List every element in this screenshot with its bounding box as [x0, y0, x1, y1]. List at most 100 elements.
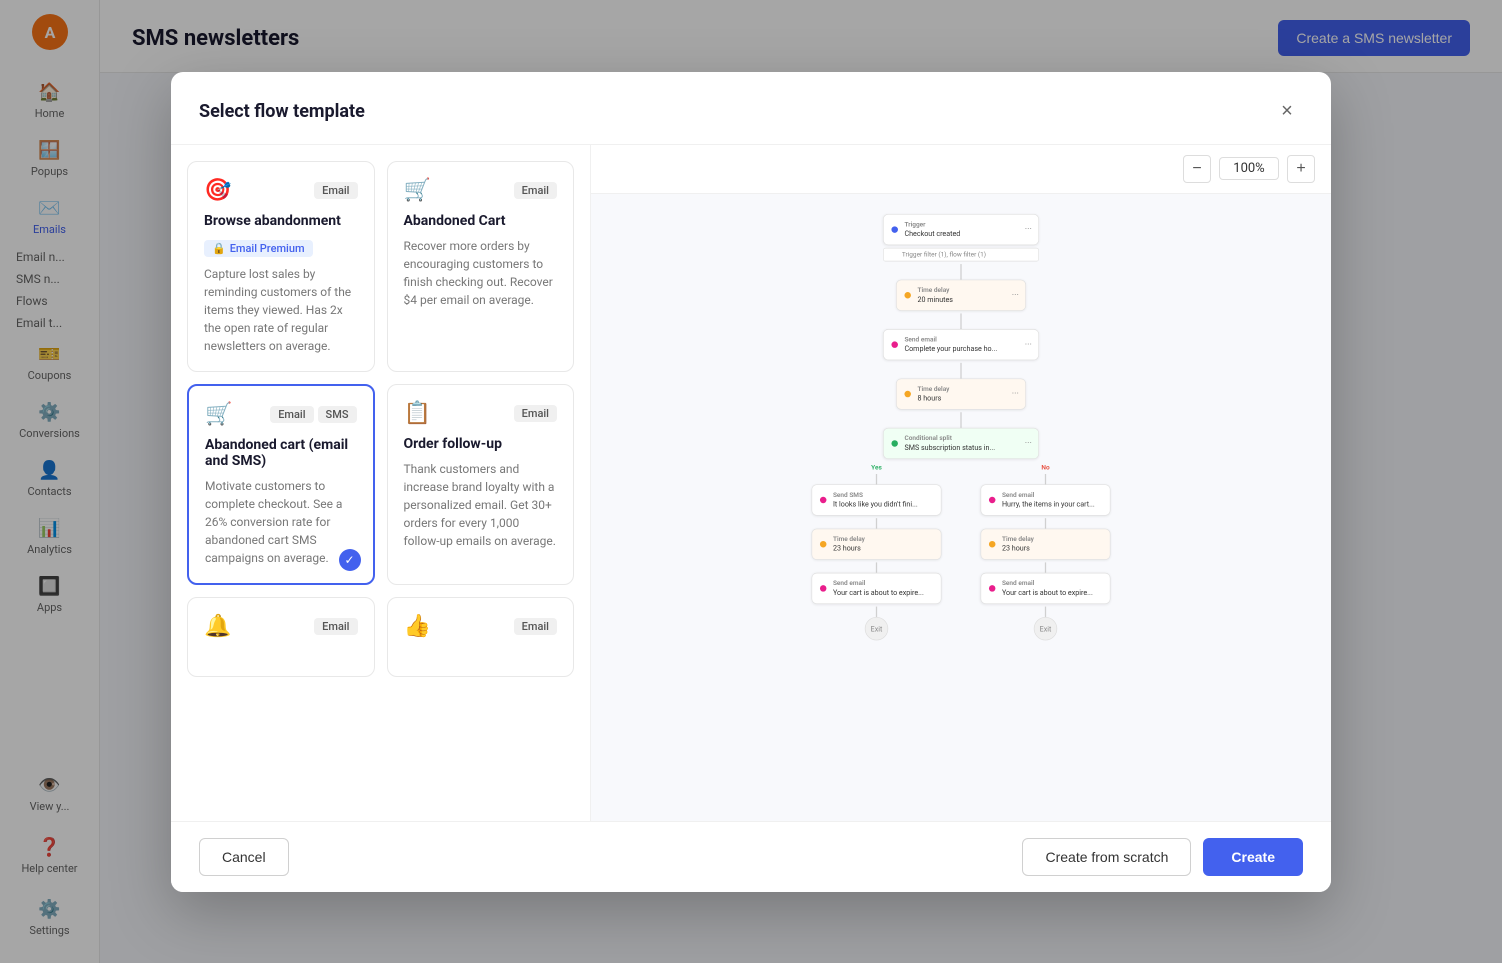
template-card-feedback[interactable]: 👍 Email — [387, 597, 575, 677]
create-from-scratch-button[interactable]: Create from scratch — [1022, 838, 1191, 876]
template-card-order-followup[interactable]: 📋 Email Order follow-up Thank customers … — [387, 384, 575, 585]
trigger-dot — [891, 226, 898, 233]
feedback-icon: 👍 — [404, 614, 431, 639]
branch-end-no: Exit — [1034, 617, 1057, 640]
template-card-abandoned-cart-email-sms[interactable]: 🛒 Email SMS Abandoned cart (email and SM… — [187, 384, 375, 585]
delay-dot — [904, 292, 911, 299]
browse-abandonment-icon: 🎯 — [204, 178, 231, 203]
card-badges: Email — [314, 182, 357, 199]
lock-icon: 🔒 — [212, 242, 226, 255]
flow-node-send-sms: Send SMS It looks like you didn't fini..… — [812, 484, 942, 515]
premium-badge: 🔒 Email Premium — [204, 240, 313, 257]
card-badges: Email — [514, 182, 557, 199]
modal-footer: Cancel Create from scratch Create — [171, 821, 1331, 892]
card-name: Abandoned cart (email and SMS) — [205, 437, 357, 469]
email-dot — [989, 496, 996, 503]
winback-icon: 🔔 — [204, 614, 231, 639]
card-desc: Recover more orders by encouraging custo… — [404, 237, 558, 309]
connector — [876, 518, 877, 528]
flow-node-filter: Trigger filter (1), flow filter (1) — [883, 247, 1039, 261]
connector — [1045, 562, 1046, 572]
delay-dot — [904, 390, 911, 397]
connector — [1045, 606, 1046, 616]
abandoned-cart-icon: 🛒 — [404, 178, 431, 203]
preview-canvas: Trigger Checkout created ··· Trigger fil… — [591, 194, 1331, 821]
flow-node-conditional: Conditional split SMS subscription statu… — [883, 427, 1039, 458]
sms-dot — [820, 496, 827, 503]
badge-email: Email — [514, 618, 557, 635]
modal-close-button[interactable]: × — [1271, 96, 1303, 128]
flow-node-delay3: Time delay 23 hours — [812, 528, 942, 559]
badge-email: Email — [314, 618, 357, 635]
connector — [960, 412, 961, 428]
branch-yes: Yes Send SMS It looks like you didn't fi… — [812, 464, 942, 640]
connector — [960, 313, 961, 329]
flow-node-send-email1: Send email Complete your purchase ho... … — [883, 329, 1039, 360]
card-header: 🎯 Email — [204, 178, 358, 203]
preview-toolbar: − 100% + — [591, 145, 1331, 194]
card-badges: Email SMS — [270, 406, 356, 423]
card-header: 🔔 Email — [204, 614, 358, 639]
card-name: Order follow-up — [404, 436, 558, 452]
card-name: Browse abandonment — [204, 213, 358, 229]
order-followup-icon: 📋 — [404, 401, 431, 426]
card-desc: Thank customers and increase brand loyal… — [404, 460, 558, 550]
branch-no: No Send email Hurry, the items in your c… — [981, 464, 1111, 640]
card-badges: Email — [314, 618, 357, 635]
connector — [876, 474, 877, 484]
create-button[interactable]: Create — [1203, 838, 1303, 876]
email-dot — [989, 585, 996, 592]
badge-email: Email — [314, 182, 357, 199]
flow-node-delay4: Time delay 23 hours — [981, 528, 1111, 559]
badge-email: Email — [514, 405, 557, 422]
delay-dot — [820, 540, 827, 547]
connector — [960, 362, 961, 378]
card-header: 👍 Email — [404, 614, 558, 639]
connector — [876, 606, 877, 616]
card-desc: Capture lost sales by reminding customer… — [204, 265, 358, 355]
flow-diagram: Trigger Checkout created ··· Trigger fil… — [766, 214, 1156, 640]
template-card-winback[interactable]: 🔔 Email — [187, 597, 375, 677]
abandoned-cart-sms-icon: 🛒 — [205, 402, 232, 427]
card-header: 🛒 Email SMS — [205, 402, 357, 427]
modal-header: Select flow template × — [171, 72, 1331, 145]
conditional-dot — [891, 440, 898, 447]
email-dot — [891, 341, 898, 348]
connector — [1045, 518, 1046, 528]
card-badges: Email — [514, 618, 557, 635]
select-template-modal: Select flow template × 🎯 Email Browse ab… — [171, 72, 1331, 892]
branch-end-yes: Exit — [865, 617, 888, 640]
footer-right: Create from scratch Create — [1022, 838, 1303, 876]
flow-node-send-email-no: Send email Hurry, the items in your cart… — [981, 484, 1111, 515]
card-desc: Motivate customers to complete checkout.… — [205, 477, 357, 567]
templates-list: 🎯 Email Browse abandonment 🔒 Email Premi… — [171, 145, 591, 821]
modal-title: Select flow template — [199, 101, 365, 122]
zoom-value: 100% — [1219, 157, 1279, 180]
footer-left: Cancel — [199, 838, 289, 876]
zoom-out-button[interactable]: − — [1183, 155, 1211, 183]
connector — [960, 264, 961, 280]
flow-node-delay2: Time delay 8 hours ··· — [896, 378, 1026, 409]
selected-check-icon: ✓ — [339, 549, 361, 571]
card-badges: Email — [514, 405, 557, 422]
flow-node-send-email2: Send email Your cart is about to expire.… — [812, 572, 942, 603]
cancel-button[interactable]: Cancel — [199, 838, 289, 876]
card-header: 📋 Email — [404, 401, 558, 426]
badge-sms: SMS — [318, 406, 357, 423]
flow-node-delay1: Time delay 20 minutes ··· — [896, 279, 1026, 310]
modal-body: 🎯 Email Browse abandonment 🔒 Email Premi… — [171, 145, 1331, 821]
card-name: Abandoned Cart — [404, 213, 558, 229]
connector — [876, 562, 877, 572]
delay-dot — [989, 540, 996, 547]
badge-email: Email — [270, 406, 313, 423]
badge-email: Email — [514, 182, 557, 199]
template-card-abandoned-cart[interactable]: 🛒 Email Abandoned Cart Recover more orde… — [387, 161, 575, 372]
zoom-in-button[interactable]: + — [1287, 155, 1315, 183]
email-dot — [820, 585, 827, 592]
flow-branches: Yes Send SMS It looks like you didn't fi… — [766, 464, 1156, 640]
connector — [1045, 474, 1046, 484]
template-card-browse-abandonment[interactable]: 🎯 Email Browse abandonment 🔒 Email Premi… — [187, 161, 375, 372]
template-preview: − 100% + Trigger Checkout created ··· — [591, 145, 1331, 821]
flow-node-trigger: Trigger Checkout created ··· — [883, 214, 1039, 245]
flow-node-send-email3: Send email Your cart is about to expire.… — [981, 572, 1111, 603]
